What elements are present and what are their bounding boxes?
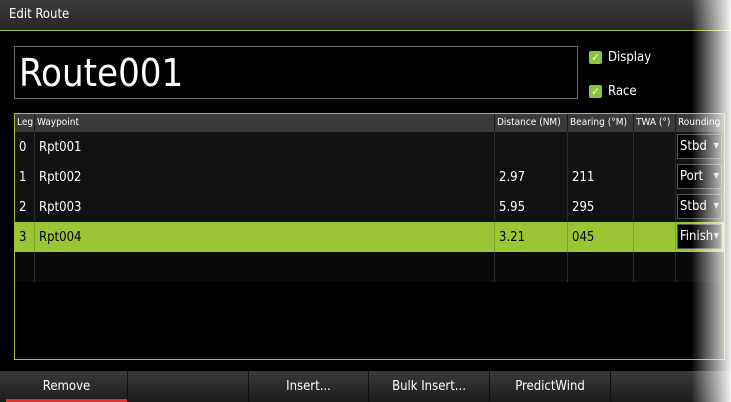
check-icon: ✓ — [589, 50, 602, 64]
race-checkbox[interactable]: ✓ Race — [589, 82, 637, 100]
distance-cell: 3.21 — [495, 222, 568, 252]
table-header: Leg Waypoint Distance (NM) Bearing (°M) … — [15, 114, 724, 132]
route-table: Leg Waypoint Distance (NM) Bearing (°M) … — [14, 113, 725, 360]
bulk-insert-button[interactable]: Bulk Insert... — [369, 371, 490, 402]
bearing-cell: 211 — [568, 162, 634, 192]
rounding-value: Finish — [680, 229, 714, 244]
header-bearing[interactable]: Bearing (°M) — [568, 114, 634, 132]
toolbar-spacer-button[interactable] — [128, 371, 249, 402]
bearing-cell — [568, 252, 634, 282]
leg-cell: 3 — [15, 222, 35, 252]
waypoint-cell: Rpt002 — [35, 162, 495, 192]
header-twa[interactable]: TWA (°) — [634, 114, 676, 132]
leg-cell — [15, 252, 35, 282]
header-leg[interactable]: Leg — [15, 114, 35, 132]
insert-button[interactable]: Insert... — [249, 371, 369, 402]
bearing-cell: 045 — [568, 222, 634, 252]
table-row[interactable]: 1 Rpt002 2.97 211 Port ▼ — [15, 162, 724, 192]
table-row[interactable]: 0 Rpt001 Stbd ▼ — [15, 132, 724, 162]
display-checkbox[interactable]: ✓ Display — [589, 48, 651, 66]
rounding-value: Port — [680, 169, 704, 184]
twa-cell — [634, 222, 676, 252]
leg-cell: 0 — [15, 132, 35, 162]
race-label: Race — [608, 83, 637, 99]
route-name-field[interactable]: Route001 — [14, 46, 578, 99]
window-title: Edit Route — [9, 7, 70, 22]
distance-cell — [495, 132, 568, 162]
bearing-cell — [568, 132, 634, 162]
rounding-select[interactable]: Stbd ▼ — [677, 134, 722, 159]
check-icon: ✓ — [589, 84, 602, 98]
twa-cell — [634, 192, 676, 222]
table-row[interactable]: 2 Rpt003 5.95 295 Stbd ▼ — [15, 192, 724, 222]
chevron-down-icon: ▼ — [713, 171, 719, 180]
twa-cell — [634, 132, 676, 162]
header-rounding[interactable]: Rounding — [676, 114, 724, 132]
rounding-cell — [676, 252, 724, 282]
bottom-toolbar: Remove Insert... Bulk Insert... PredictW… — [0, 371, 731, 402]
rounding-value: Stbd — [680, 199, 707, 214]
chevron-down-icon: ▼ — [713, 141, 719, 150]
waypoint-cell: Rpt004 — [35, 222, 495, 252]
header-distance[interactable]: Distance (NM) — [495, 114, 568, 132]
toolbar-empty-button[interactable] — [611, 371, 731, 402]
leg-cell: 1 — [15, 162, 35, 192]
bearing-cell: 295 — [568, 192, 634, 222]
rounding-select[interactable]: Finish ▼ — [677, 224, 722, 249]
predictwind-button[interactable]: PredictWind — [490, 371, 611, 402]
twa-cell — [634, 252, 676, 282]
remove-button[interactable]: Remove — [6, 371, 128, 402]
rounding-select[interactable]: Stbd ▼ — [677, 194, 722, 219]
waypoint-cell: Rpt001 — [35, 132, 495, 162]
chevron-down-icon: ▼ — [713, 201, 719, 210]
waypoint-cell — [35, 252, 495, 282]
rounding-select[interactable]: Port ▼ — [677, 164, 722, 189]
chevron-down-icon: ▼ — [713, 231, 719, 240]
header-waypoint[interactable]: Waypoint — [35, 114, 495, 132]
distance-cell — [495, 252, 568, 282]
waypoint-cell: Rpt003 — [35, 192, 495, 222]
distance-cell: 2.97 — [495, 162, 568, 192]
route-name-value: Route001 — [19, 51, 184, 95]
title-bar: Edit Route — [0, 0, 731, 31]
rounding-cell: Stbd ▼ — [676, 192, 724, 222]
table-row-selected[interactable]: 3 Rpt004 3.21 045 Finish ▼ — [15, 222, 724, 252]
display-label: Display — [608, 49, 652, 65]
rounding-cell: Finish ▼ — [676, 222, 724, 252]
distance-cell: 5.95 — [495, 192, 568, 222]
rounding-cell: Port ▼ — [676, 162, 724, 192]
rounding-value: Stbd — [680, 139, 707, 154]
leg-cell: 2 — [15, 192, 35, 222]
twa-cell — [634, 162, 676, 192]
rounding-cell: Stbd ▼ — [676, 132, 724, 162]
table-row-empty — [15, 252, 724, 282]
